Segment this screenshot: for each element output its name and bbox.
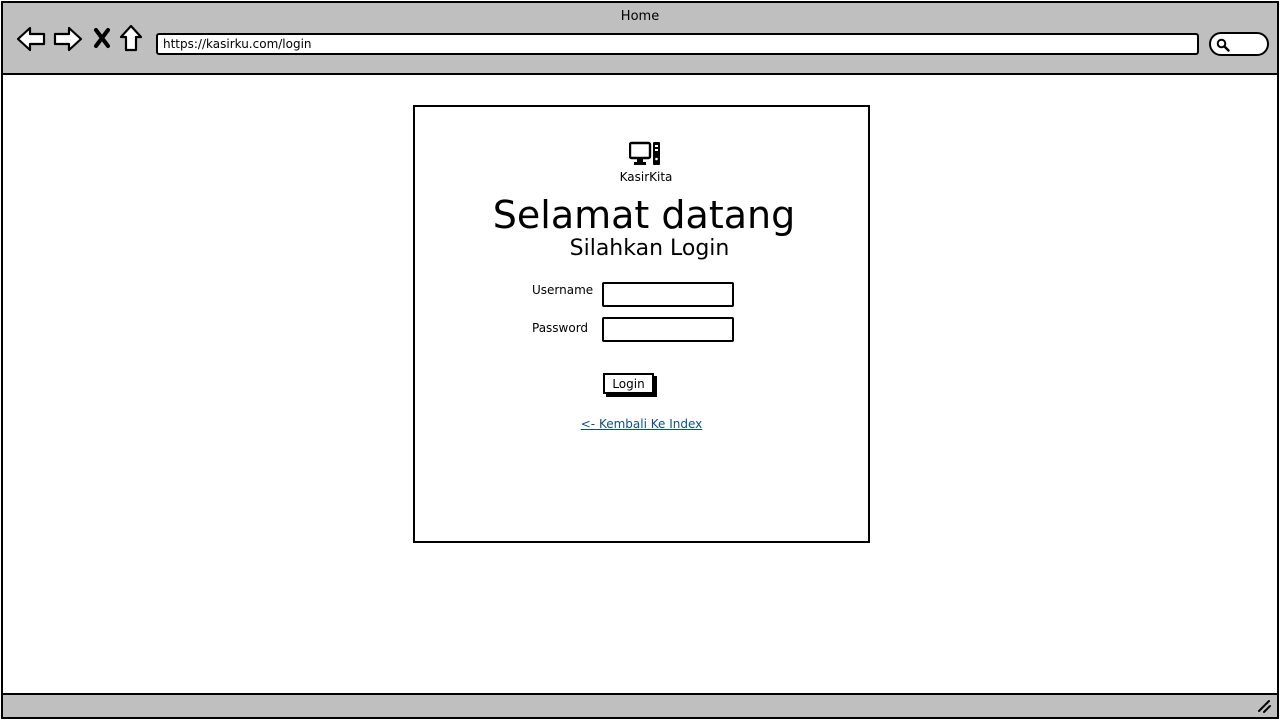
desktop-computer-icon <box>629 141 660 165</box>
browser-toolbar: Home https://kasirku.com/login <box>3 3 1277 75</box>
welcome-heading: Selamat datang <box>492 193 796 237</box>
login-button[interactable]: Login <box>603 373 654 394</box>
home-icon[interactable] <box>119 24 143 52</box>
brand-name: KasirKita <box>619 170 673 184</box>
password-input[interactable] <box>602 317 734 342</box>
browser-search-box[interactable] <box>1209 32 1269 56</box>
username-label: Username <box>532 283 594 297</box>
resize-grip-icon[interactable] <box>1257 699 1271 713</box>
login-card: KasirKita Selamat datang Silahkan Login … <box>413 105 870 543</box>
address-bar[interactable]: https://kasirku.com/login <box>156 33 1199 55</box>
browser-window: Home https://kasirku.com/login KasirKita… <box>1 1 1279 719</box>
window-title: Home <box>620 9 660 24</box>
back-to-index-link[interactable]: <- Kembali Ke Index <box>415 417 868 431</box>
username-input[interactable] <box>602 282 734 307</box>
stop-close-icon[interactable] <box>93 27 111 49</box>
search-icon <box>1216 38 1230 52</box>
status-bar <box>3 693 1277 717</box>
password-label: Password <box>532 321 589 335</box>
login-subheading: Silahkan Login <box>569 236 730 261</box>
forward-arrow-icon[interactable] <box>53 25 83 53</box>
back-arrow-icon[interactable] <box>16 25 46 53</box>
